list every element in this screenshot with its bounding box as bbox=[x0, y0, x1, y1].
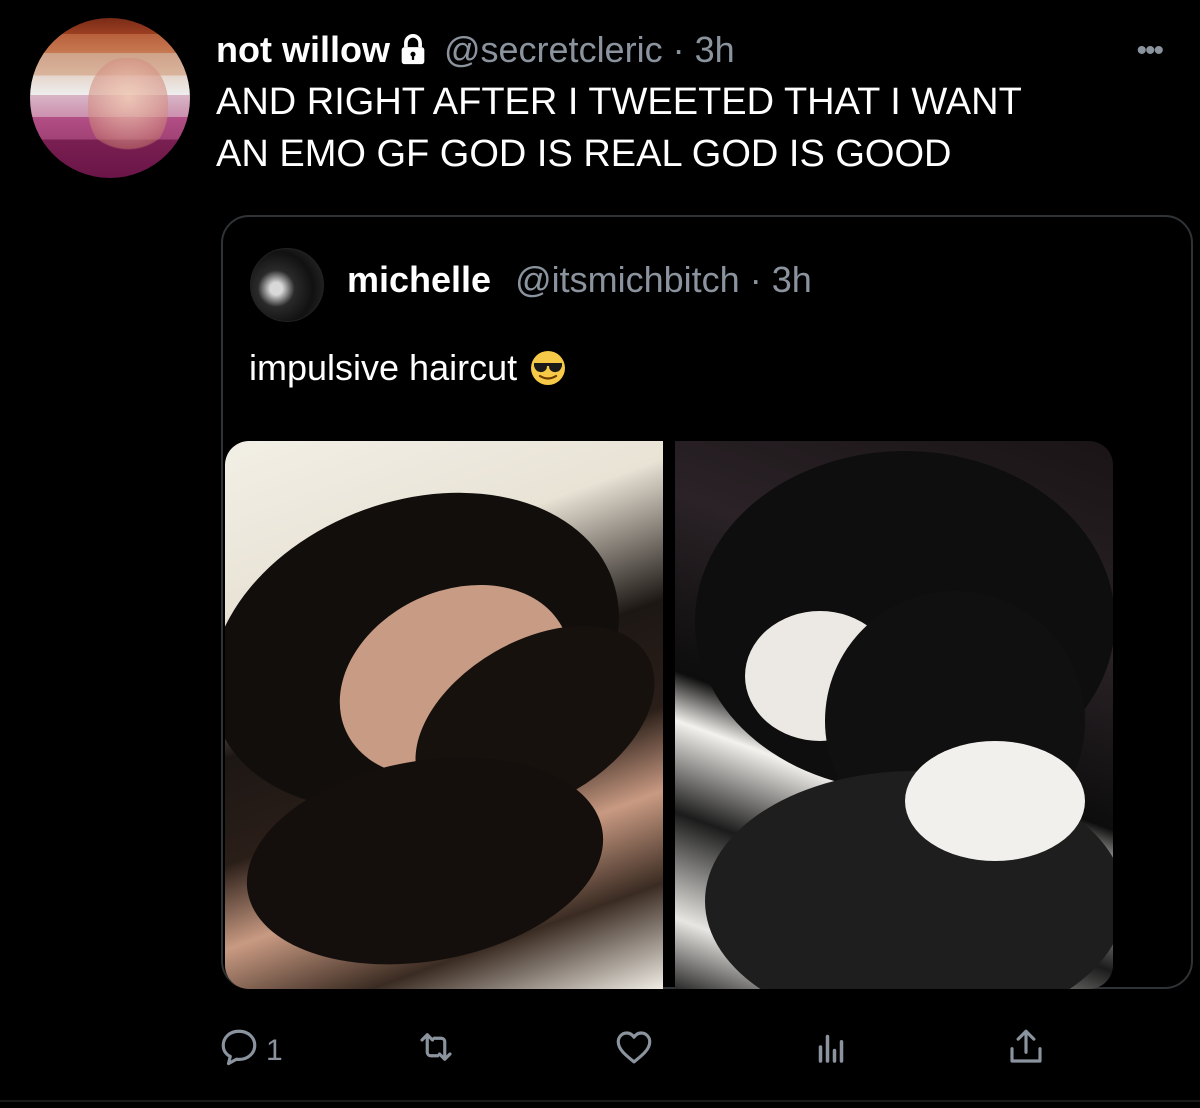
quoted-tweet-header: michelle @itsmichbitch · 3h bbox=[347, 259, 812, 301]
author-avatar[interactable] bbox=[30, 18, 190, 178]
quoted-tweet[interactable]: michelle @itsmichbitch · 3h impulsive ha… bbox=[221, 215, 1193, 989]
analytics-button[interactable] bbox=[810, 1026, 852, 1076]
reply-icon bbox=[218, 1026, 260, 1076]
quoted-author-avatar[interactable] bbox=[250, 248, 324, 322]
reply-count: 1 bbox=[266, 1034, 283, 1067]
share-button[interactable] bbox=[1005, 1026, 1047, 1076]
reply-button[interactable]: 1 bbox=[218, 1026, 283, 1076]
quoted-author-handle: @itsmichbitch bbox=[515, 259, 740, 300]
author-name[interactable]: not willow bbox=[216, 29, 390, 71]
tweet[interactable]: not willow @secretcleric · 3h ••• AND RI… bbox=[0, 0, 1200, 1108]
meta-separator: · bbox=[672, 29, 685, 70]
author-handle[interactable]: @secretcleric bbox=[444, 29, 663, 70]
quoted-author-name: michelle bbox=[347, 259, 492, 300]
quoted-author-meta: @itsmichbitch · 3h bbox=[515, 259, 812, 301]
like-icon bbox=[613, 1026, 655, 1076]
media-photo-2[interactable] bbox=[675, 441, 1113, 989]
tweet-time[interactable]: 3h bbox=[695, 29, 735, 70]
like-button[interactable] bbox=[613, 1026, 661, 1076]
quoted-meta-separator: · bbox=[749, 259, 762, 300]
tweet-header: not willow @secretcleric · 3h bbox=[216, 28, 735, 72]
media-photo-1[interactable] bbox=[225, 441, 663, 989]
avatar-photo bbox=[88, 58, 168, 158]
tweet-divider bbox=[0, 1100, 1200, 1102]
lock-icon bbox=[396, 33, 430, 67]
quoted-tweet-text-row: impulsive haircut bbox=[249, 347, 567, 389]
tweet-actions: 1 bbox=[0, 1020, 1200, 1080]
tweet-text: AND RIGHT AFTER I TWEETED THAT I WANT AN… bbox=[216, 81, 1022, 175]
more-options-button[interactable]: ••• bbox=[1136, 34, 1163, 68]
quoted-tweet-time: 3h bbox=[771, 259, 812, 300]
share-icon bbox=[1005, 1026, 1047, 1076]
photo-neck-shape bbox=[905, 741, 1085, 861]
analytics-icon bbox=[810, 1026, 852, 1076]
sunglasses-emoji-icon bbox=[529, 349, 567, 387]
retweet-button[interactable] bbox=[415, 1026, 463, 1076]
retweet-icon bbox=[415, 1026, 457, 1076]
author-meta: @secretcleric · 3h bbox=[444, 29, 735, 71]
quoted-tweet-media bbox=[223, 441, 1191, 989]
quoted-tweet-text: impulsive haircut bbox=[249, 347, 518, 388]
